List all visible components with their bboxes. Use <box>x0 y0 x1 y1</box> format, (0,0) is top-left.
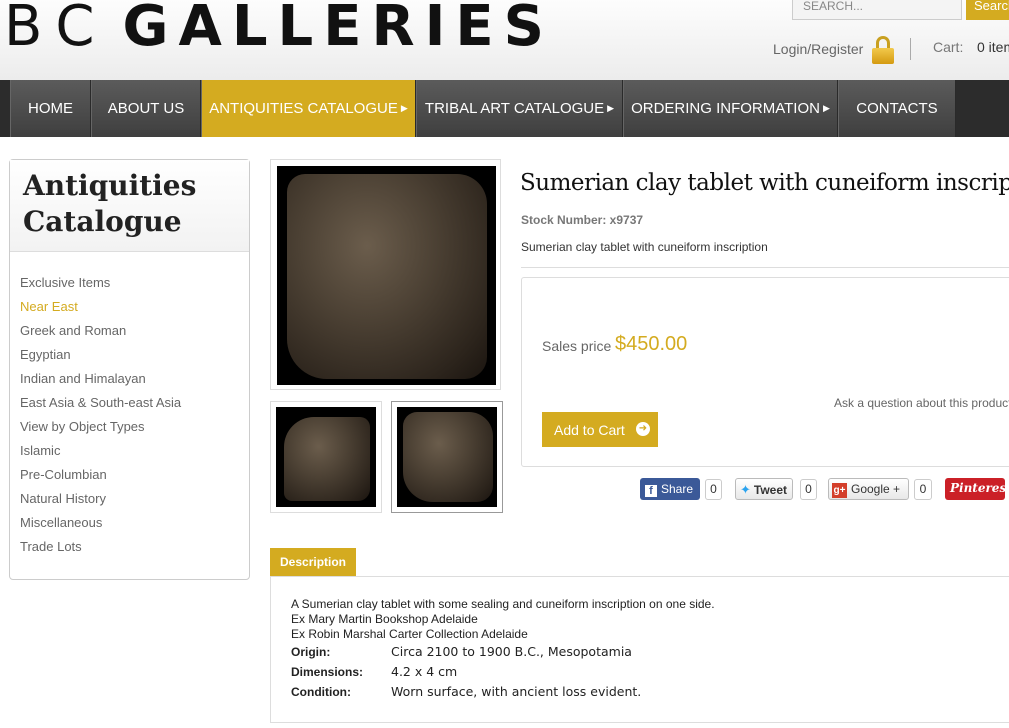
site-header: BCGALLERIES SEARCH... Search Login/Regis… <box>0 0 1009 80</box>
facebook-share-button[interactable]: f Share <box>640 478 700 500</box>
pinterest-button[interactable]: Pinterest <box>945 478 1009 500</box>
search-button[interactable]: Search <box>966 0 1009 20</box>
google-plus-icon: g+ <box>832 483 847 498</box>
site-logo[interactable]: BC GALLERIES <box>4 0 554 59</box>
logo-bc-text: BC <box>4 0 109 59</box>
sidebar-item-near-east[interactable]: Near East <box>10 298 249 322</box>
facebook-share-count: 0 <box>705 479 722 500</box>
sidebar-item-trade-lots[interactable]: Trade Lots <box>10 538 249 562</box>
sidebar-item-natural-history[interactable]: Natural History <box>10 490 249 514</box>
description-line: A Sumerian clay tablet with some sealing… <box>291 597 715 611</box>
dimensions-label: Dimensions: <box>291 665 364 679</box>
tweet-count: 0 <box>800 479 817 500</box>
twitter-bird-icon: ✦ <box>740 482 751 497</box>
sidebar-item-miscellaneous[interactable]: Miscellaneous <box>10 514 249 538</box>
sidebar-item-greek-and-roman[interactable]: Greek and Roman <box>10 322 249 346</box>
arrow-circle-right-icon: ➜ <box>636 422 650 436</box>
origin-label: Origin: <box>291 645 331 659</box>
main-nav: HOME ABOUT US ANTIQUITIES CATALOGUE ▶ TRI… <box>0 80 1009 137</box>
product-thumbnail-2[interactable] <box>391 401 503 513</box>
sidebar-item-islamic[interactable]: Islamic <box>10 442 249 466</box>
product-thumbnail-1[interactable] <box>270 401 382 513</box>
caret-right-icon: ▶ <box>400 103 408 113</box>
facebook-icon: f <box>645 485 657 497</box>
description-line: Ex Mary Martin Bookshop Adelaide <box>291 612 478 626</box>
sidebar-item-indian-and-himalayan[interactable]: Indian and Himalayan <box>10 370 249 394</box>
cart-label[interactable]: Cart: <box>933 39 963 55</box>
nav-about-us[interactable]: ABOUT US <box>91 80 201 137</box>
tab-description[interactable]: Description <box>270 548 356 577</box>
google-plus-button[interactable]: g+ Google + <box>828 478 909 500</box>
login-register-link[interactable]: Login/Register <box>773 41 863 57</box>
add-to-cart-button[interactable]: Add to Cart ➜ <box>542 412 658 447</box>
condition-value: Worn surface, with ancient loss evident. <box>391 684 642 699</box>
nav-home[interactable]: HOME <box>10 80 91 137</box>
search-input[interactable]: SEARCH... <box>792 0 962 20</box>
lock-icon[interactable] <box>871 36 895 64</box>
sidebar-item-exclusive-items[interactable]: Exclusive Items <box>10 274 249 298</box>
sidebar-item-east-asia[interactable]: East Asia & South-east Asia <box>10 394 249 418</box>
nav-tribal-art-catalogue[interactable]: TRIBAL ART CATALOGUE ▶ <box>416 80 623 137</box>
product-title: Sumerian clay tablet with cuneiform insc… <box>520 170 1009 196</box>
stock-number: Stock Number: x9737 <box>521 213 644 227</box>
sidebar-item-egyptian[interactable]: Egyptian <box>10 346 249 370</box>
sidebar-item-pre-columbian[interactable]: Pre-Columbian <box>10 466 249 490</box>
sales-price-value: $450.00 <box>615 333 688 355</box>
caret-right-icon: ▶ <box>822 103 830 113</box>
sidebar-item-object-types[interactable]: View by Object Types <box>10 418 249 442</box>
divider <box>521 267 1009 268</box>
product-main-image[interactable] <box>270 159 501 390</box>
product-short-description: Sumerian clay tablet with cuneiform insc… <box>521 240 768 254</box>
nav-ordering-information[interactable]: ORDERING INFORMATION ▶ <box>623 80 838 137</box>
logo-galleries-text: GALLERIES <box>122 0 555 59</box>
nav-contacts[interactable]: CONTACTS <box>838 80 956 137</box>
nav-antiquities-catalogue[interactable]: ANTIQUITIES CATALOGUE ▶ <box>201 80 416 137</box>
dimensions-value: 4.2 x 4 cm <box>391 664 458 679</box>
category-list: Exclusive Items Near East Greek and Roma… <box>10 252 249 562</box>
description-line: Ex Robin Marshal Carter Collection Adela… <box>291 627 528 641</box>
origin-value: Circa 2100 to 1900 B.C., Mesopotamia <box>391 644 632 659</box>
category-sidebar: Antiquities Catalogue Exclusive Items Ne… <box>9 159 250 580</box>
google-plus-count: 0 <box>914 479 932 500</box>
condition-label: Condition: <box>291 685 351 699</box>
sales-price-label: Sales price <box>542 338 612 354</box>
ask-question-link[interactable]: Ask a question about this product <box>834 396 1009 410</box>
tweet-button[interactable]: ✦ Tweet <box>735 478 793 500</box>
header-divider <box>910 38 911 60</box>
cart-count[interactable]: 0 items <box>977 39 1009 55</box>
caret-right-icon: ▶ <box>607 103 615 113</box>
sidebar-title: Antiquities Catalogue <box>10 160 249 252</box>
